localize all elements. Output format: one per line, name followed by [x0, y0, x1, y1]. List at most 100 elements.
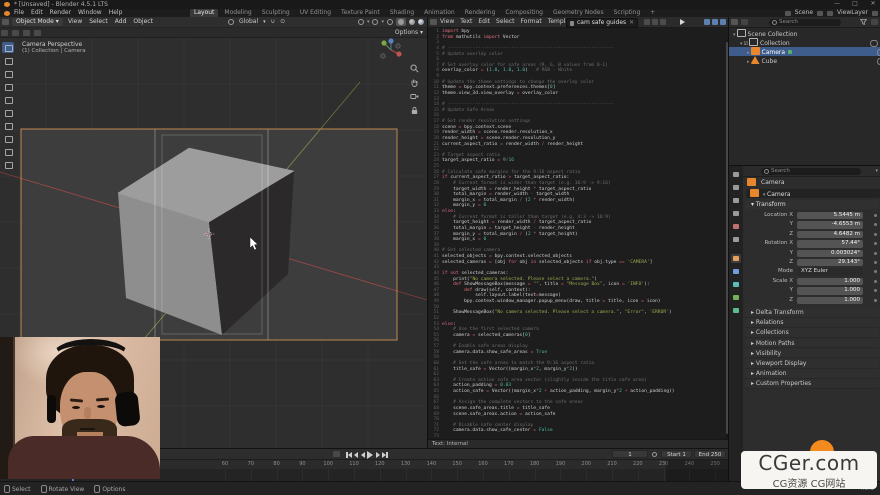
tool-option-icon-3[interactable] — [23, 30, 30, 36]
workspace-tab-compositing[interactable]: Compositing — [501, 9, 547, 17]
panel-relations[interactable]: ▸ Relations — [745, 318, 879, 328]
outliner-row-camera[interactable]: ▸Camera — [729, 47, 880, 56]
field-value-y[interactable]: 1.000 — [797, 287, 863, 294]
animate-dot-icon[interactable] — [874, 233, 877, 236]
zoom-icon[interactable] — [410, 64, 419, 73]
object-name-field[interactable]: ▾ Camera — [746, 189, 880, 198]
text-menu-text[interactable]: Text — [460, 17, 472, 27]
workspace-tab-item[interactable]: + — [646, 9, 659, 17]
workspace-tab-layout[interactable]: Layout — [190, 9, 218, 17]
outliner-type-icon[interactable] — [731, 19, 738, 25]
properties-tab-scene[interactable] — [731, 222, 741, 231]
new-viewlayer-icon[interactable] — [872, 11, 878, 16]
workspace-tab-geometry-nodes[interactable]: Geometry Nodes — [549, 9, 608, 17]
shading-wireframe-icon[interactable] — [387, 19, 393, 25]
viewlayer-selector[interactable]: ViewLayer — [837, 9, 868, 17]
field-value-location-x[interactable]: 5.5445 m — [797, 212, 863, 219]
field-value-scale-x[interactable]: 1.000 — [797, 278, 863, 285]
code-area[interactable]: 1 2 3 4 5 6 7 8 9 10 11 12 13 14 15 16 1… — [428, 28, 729, 447]
hide-eye-icon[interactable] — [870, 40, 878, 47]
animate-dot-icon[interactable] — [874, 214, 877, 217]
panel-visibility[interactable]: ▸ Visibility — [745, 349, 879, 359]
word-wrap-toggle-icon[interactable] — [712, 19, 718, 25]
properties-tab-render[interactable] — [731, 183, 741, 192]
minimize-button[interactable]: — — [832, 0, 842, 7]
tool-tweak[interactable] — [2, 42, 14, 53]
proportional-edit-icon[interactable]: ⊙ — [280, 17, 285, 27]
text-menu-select[interactable]: Select — [496, 17, 515, 27]
end-frame-field[interactable]: End 250 — [694, 450, 726, 458]
options-dropdown[interactable]: Options ▾ — [395, 28, 423, 37]
tool-select-box[interactable] — [2, 55, 14, 66]
viewport-menu-view[interactable]: View — [68, 17, 82, 27]
tool-annotate[interactable] — [2, 133, 14, 144]
panel-custom-properties[interactable]: ▸ Custom Properties — [745, 379, 879, 389]
properties-tab-world[interactable] — [731, 235, 741, 244]
animate-dot-icon[interactable] — [874, 261, 877, 264]
outliner-row-cube[interactable]: ▸Cube — [729, 56, 880, 65]
properties-tab-view-layer[interactable] — [731, 209, 741, 218]
next-keyframe-button[interactable] — [376, 452, 380, 458]
new-text-icon[interactable] — [644, 19, 650, 25]
animate-dot-icon[interactable] — [874, 242, 877, 245]
line-numbers-toggle-icon[interactable] — [704, 19, 710, 25]
tool-rotate[interactable] — [2, 94, 14, 105]
field-value-rotation-x[interactable]: 57.44° — [797, 240, 863, 247]
workspace-tab-rendering[interactable]: Rendering — [461, 9, 500, 17]
tool-cursor[interactable] — [2, 68, 14, 79]
text-menu-edit[interactable]: Edit — [478, 17, 490, 27]
viewport-menu-select[interactable]: Select — [89, 17, 108, 27]
properties-tab-tool[interactable] — [731, 170, 741, 179]
jump-to-end-button[interactable] — [382, 452, 388, 458]
close-button[interactable]: ✕ — [868, 0, 878, 7]
menu-render[interactable]: Render — [50, 9, 71, 17]
tool-option-icon-2[interactable] — [12, 30, 19, 36]
properties-options-icon[interactable]: ▾ — [875, 168, 878, 174]
scene-selector[interactable]: Scene — [795, 9, 813, 17]
field-value-z[interactable]: 4.6482 m — [797, 231, 863, 238]
unlink-icon[interactable]: ✕ — [629, 19, 634, 27]
gizmo-toggle-icon[interactable] — [358, 19, 364, 25]
outliner-search-input[interactable]: Search — [769, 19, 841, 26]
tool-move[interactable] — [2, 81, 14, 92]
lock-view-icon[interactable] — [410, 106, 419, 115]
transform-panel-header[interactable]: ▾ Transform — [745, 200, 879, 209]
overlays-toggle-icon[interactable] — [372, 19, 378, 25]
outliner-options-icon[interactable] — [871, 19, 878, 25]
transform-orientation-dropdown[interactable]: Global — [239, 17, 258, 27]
animate-dot-icon[interactable] — [874, 289, 877, 292]
shading-solid-icon[interactable] — [396, 18, 406, 26]
pan-hand-icon[interactable] — [410, 78, 419, 87]
script-name-field[interactable]: cam safe guides ✕ — [566, 18, 638, 28]
open-text-icon[interactable] — [652, 19, 658, 25]
save-text-icon[interactable] — [660, 19, 666, 25]
workspace-tab-sculpting[interactable]: Sculpting — [258, 9, 294, 17]
tool-add-cube[interactable] — [2, 159, 14, 170]
playback-popover-icon[interactable] — [333, 451, 340, 457]
start-frame-field[interactable]: Start 1 — [661, 450, 692, 458]
panel-animation[interactable]: ▸ Animation — [745, 369, 879, 379]
field-value-y[interactable]: -4.6553 m — [797, 221, 863, 228]
workspace-tab-animation[interactable]: Animation — [420, 9, 459, 17]
run-script-button[interactable] — [680, 19, 685, 25]
animate-dot-icon[interactable] — [874, 280, 877, 283]
syntax-highlight-toggle-icon[interactable] — [720, 19, 726, 25]
text-editor-type-icon[interactable] — [430, 19, 437, 25]
properties-tab-constraints[interactable] — [731, 306, 741, 315]
filter-funnel-icon[interactable] — [860, 19, 867, 25]
snap-magnet-icon[interactable]: ∪ — [271, 17, 275, 27]
new-scene-icon[interactable] — [817, 11, 823, 16]
play-button[interactable] — [367, 451, 373, 459]
text-menu-view[interactable]: View — [440, 17, 454, 27]
field-value-z[interactable]: 29.143° — [797, 259, 863, 266]
properties-tab-modifiers[interactable] — [731, 267, 741, 276]
editor-type-icon[interactable] — [2, 19, 9, 25]
workspace-tab-modeling[interactable]: Modeling — [220, 9, 255, 17]
workspace-tab-uv-editing[interactable]: UV Editing — [296, 9, 335, 17]
previous-keyframe-button[interactable] — [354, 452, 358, 458]
animate-dot-icon[interactable] — [874, 270, 877, 273]
tool-option-icon-1[interactable] — [1, 30, 8, 36]
properties-tab-data[interactable] — [731, 293, 741, 302]
blender-menu-icon[interactable] — [4, 11, 10, 16]
menu-edit[interactable]: Edit — [31, 9, 43, 17]
